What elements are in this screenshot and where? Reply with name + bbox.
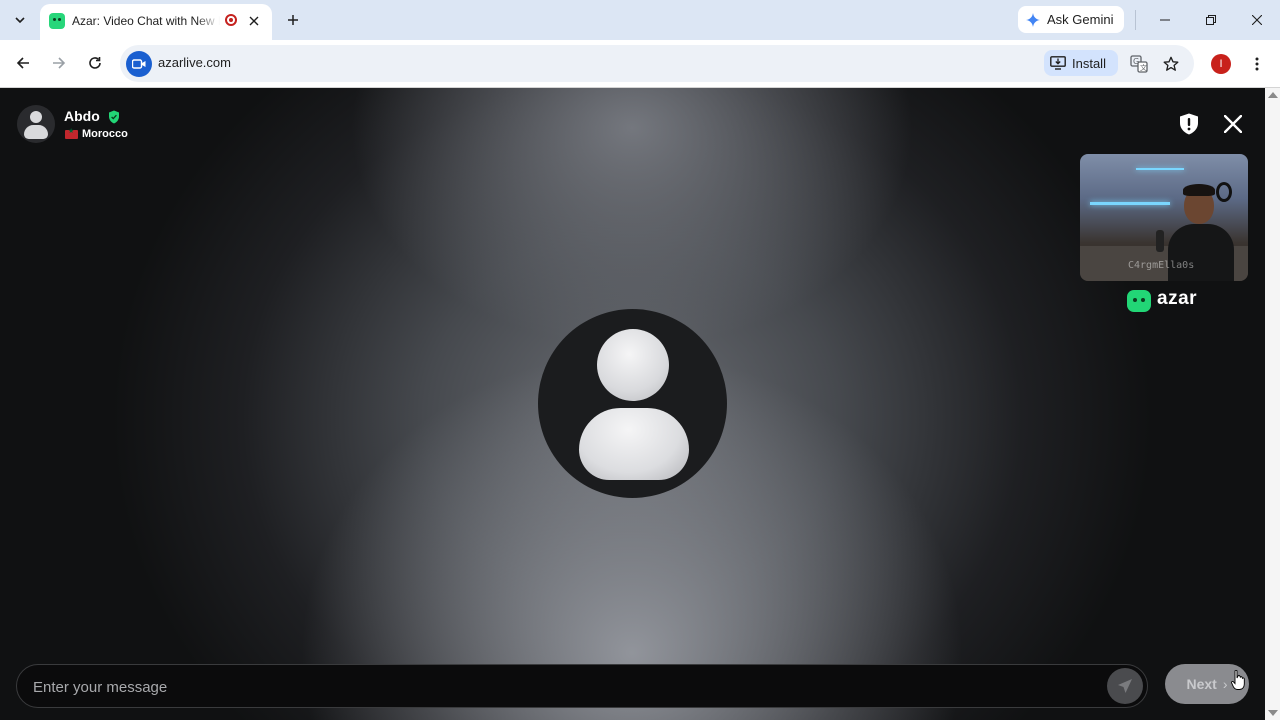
led-shelf (1090, 202, 1170, 205)
self-camera-preview: C4rgmElla0s (1080, 154, 1248, 281)
report-button[interactable] (1177, 112, 1201, 136)
next-label: Next (1186, 676, 1217, 692)
azar-wordmark: azar (1157, 288, 1198, 309)
person-hair (1183, 184, 1215, 196)
send-icon (1118, 679, 1132, 693)
azar-favicon-icon (49, 13, 65, 29)
browser-tab-strip: Azar: Video Chat with New Friends Ask Ge… (0, 0, 1280, 40)
avatar-body (579, 408, 689, 480)
peer-avatar[interactable] (17, 105, 55, 143)
microphone-icon (1156, 230, 1164, 252)
morocco-flag-icon (65, 127, 78, 139)
tab-search-button[interactable] (6, 6, 34, 34)
reload-button[interactable] (81, 49, 109, 77)
recording-icon (225, 14, 237, 26)
tab-close-button[interactable] (245, 12, 263, 30)
site-info-button[interactable] (126, 51, 152, 77)
more-vertical-icon (1255, 57, 1259, 71)
minimize-icon (1160, 19, 1170, 21)
video-chat-stage: Abdo Morocco C4rgmElla0s azar Next (0, 88, 1265, 720)
video-camera-icon (132, 59, 146, 69)
send-message-button[interactable] (1107, 668, 1143, 704)
self-view-overlay-text: C4rgmElla0s (1128, 260, 1195, 271)
arrow-right-icon (53, 57, 66, 69)
end-chat-button[interactable] (1220, 111, 1246, 137)
azar-logo-icon (1127, 290, 1151, 312)
restore-button[interactable] (1196, 5, 1226, 35)
shield-alert-icon (1180, 113, 1198, 135)
chevron-right-icon: › (1222, 676, 1228, 692)
page-scrollbar[interactable] (1265, 88, 1280, 720)
tab-title: Azar: Video Chat with New Friends (72, 14, 220, 28)
message-composer (16, 664, 1148, 709)
partner-placeholder-avatar (538, 309, 727, 498)
message-input[interactable] (31, 665, 1095, 709)
person-body (1168, 224, 1234, 281)
back-button[interactable] (9, 49, 37, 77)
headset-icon (1216, 182, 1232, 202)
close-icon (1224, 115, 1242, 133)
scroll-up-arrow-icon[interactable] (1268, 92, 1278, 98)
translate-icon: G文 (1130, 55, 1148, 73)
ask-gemini-button[interactable]: Ask Gemini (1018, 6, 1124, 33)
scroll-down-arrow-icon[interactable] (1268, 710, 1278, 716)
browser-tab-azar[interactable]: Azar: Video Chat with New Friends (40, 4, 272, 40)
plus-icon (288, 15, 298, 25)
ask-gemini-label: Ask Gemini (1047, 12, 1114, 27)
browser-toolbar: azarlive.com Install G文 I (0, 40, 1280, 88)
svg-text:文: 文 (1140, 63, 1147, 72)
close-icon (1252, 15, 1262, 25)
star-icon (1163, 56, 1179, 71)
url-text: azarlive.com (158, 55, 231, 70)
led-shelf (1136, 168, 1184, 170)
peer-name: Abdo (64, 108, 100, 124)
reload-icon (89, 57, 101, 69)
chevron-down-icon (15, 17, 25, 24)
install-monitor-icon (1050, 56, 1066, 70)
browser-menu-button[interactable] (1247, 52, 1267, 76)
restore-icon (1206, 15, 1216, 25)
peer-country: Morocco (82, 128, 128, 140)
avatar-head (597, 329, 669, 401)
mouse-cursor-icon (1231, 670, 1245, 690)
minimize-button[interactable] (1150, 5, 1180, 35)
close-icon (249, 16, 259, 26)
window-close-button[interactable] (1242, 5, 1272, 35)
verified-shield-icon (109, 110, 119, 124)
new-tab-button[interactable] (280, 7, 306, 33)
install-app-button[interactable]: Install (1044, 50, 1118, 76)
bookmark-button[interactable] (1161, 54, 1181, 74)
profile-avatar-button[interactable]: I (1211, 54, 1231, 74)
forward-button[interactable] (45, 49, 73, 77)
window-controls-divider (1135, 10, 1136, 30)
translate-button[interactable]: G文 (1129, 54, 1149, 74)
arrow-left-icon (16, 57, 29, 69)
gemini-sparkle-icon (1026, 12, 1040, 27)
install-label: Install (1072, 55, 1106, 71)
address-bar[interactable]: azarlive.com Install G文 (120, 45, 1194, 82)
